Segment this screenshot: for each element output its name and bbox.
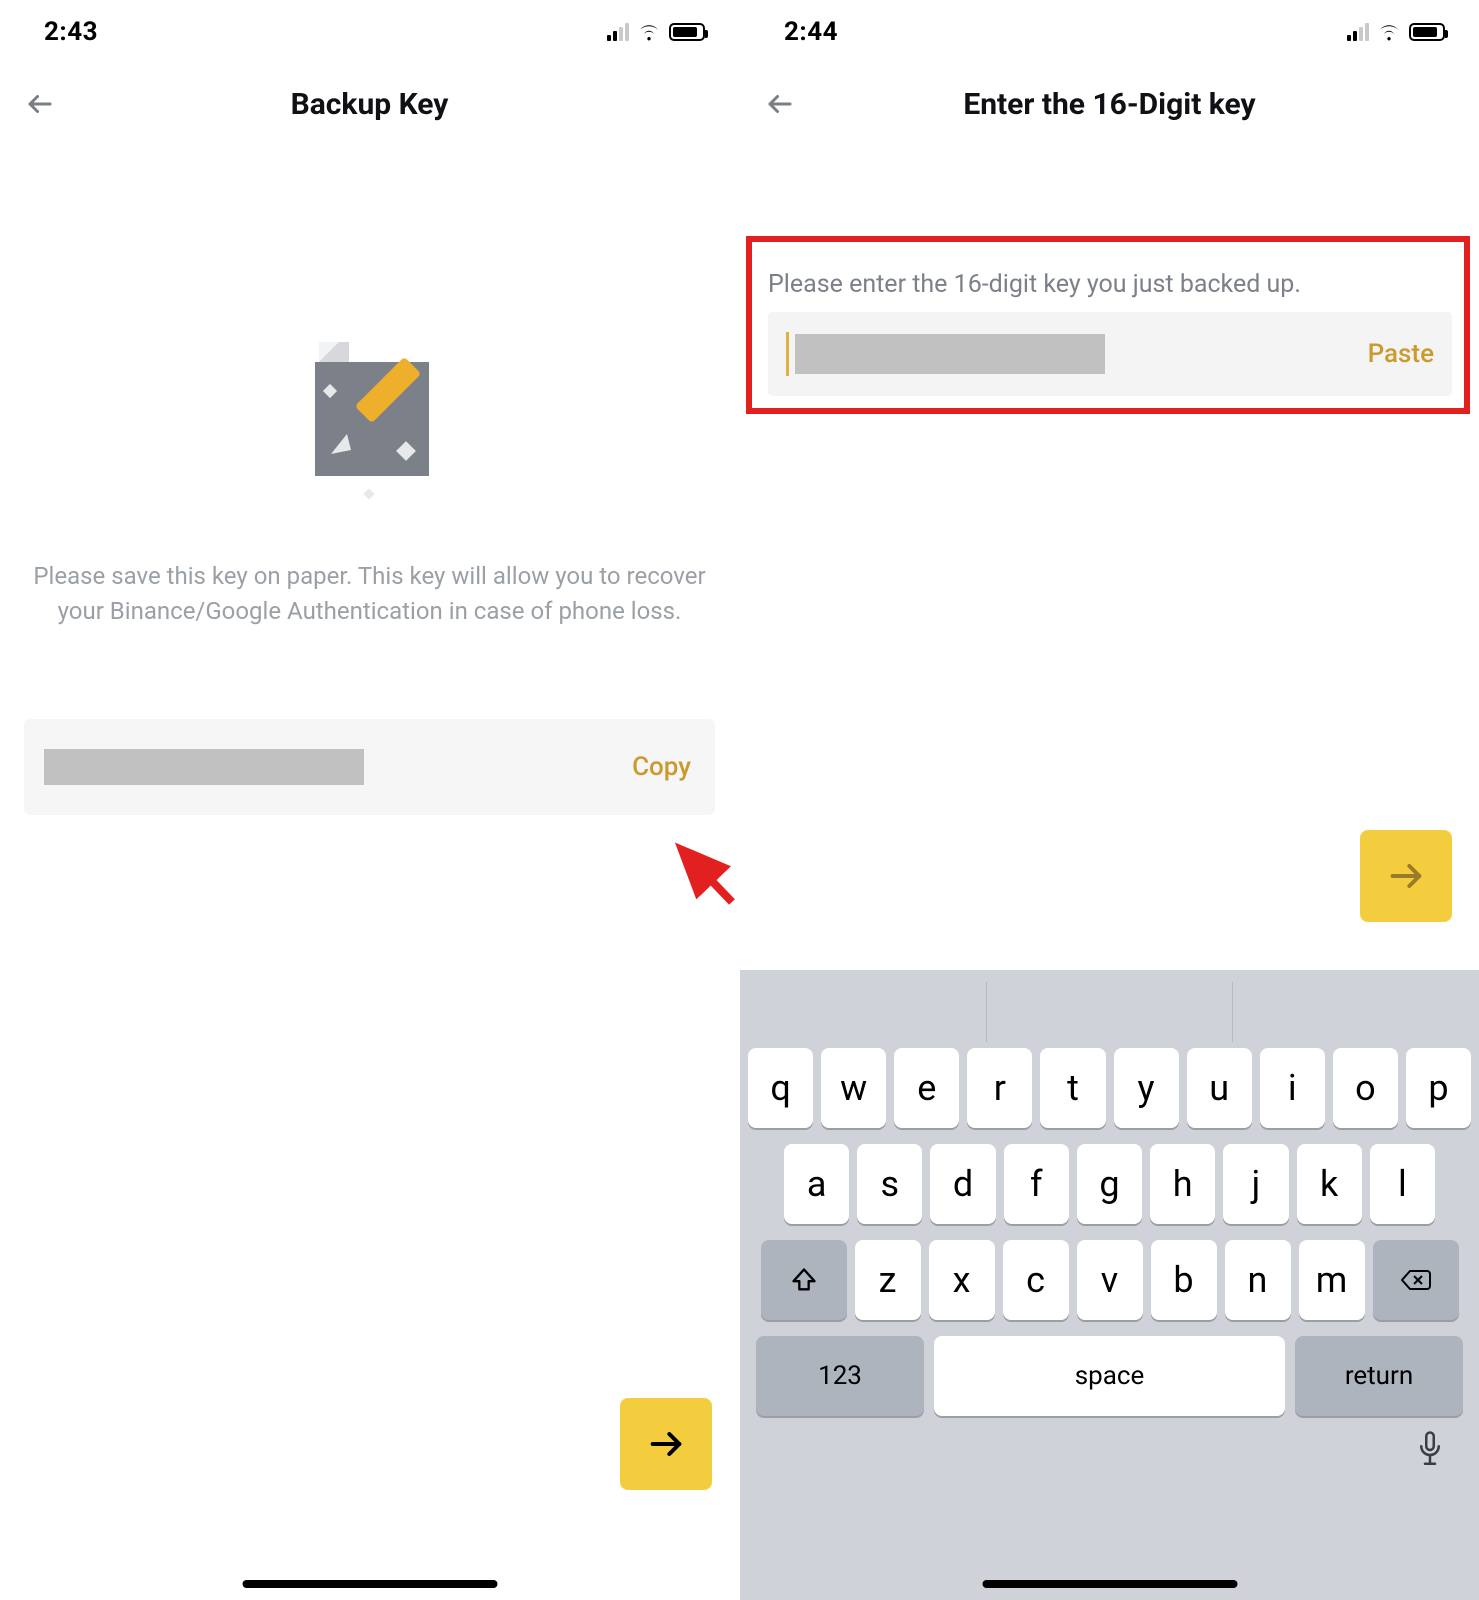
copy-button[interactable]: Copy [632,752,691,782]
prompt-text: Please enter the 16-digit key you just b… [768,270,1301,299]
key-123[interactable]: 123 [756,1336,924,1416]
back-button[interactable] [750,74,810,134]
screen-backup-key: 2:43 Backup Key [0,0,739,1600]
status-time: 2:43 [44,17,98,47]
key-u[interactable]: u [1187,1048,1252,1128]
backup-key-field: Copy [24,719,715,815]
keyboard-row-4: 123 space return [748,1336,1471,1416]
page-title: Enter the 16-Digit key [740,87,1479,122]
write-note-icon [295,334,445,504]
battery-icon [669,23,705,41]
description-text: Please save this key on paper. This key … [24,559,715,629]
next-button[interactable] [1360,830,1452,922]
keyboard-row-1: q w e r t y u i o p [748,1048,1471,1128]
keyboard-row-3: z x c v b n m [748,1240,1471,1320]
key-f[interactable]: f [1004,1144,1069,1224]
status-time: 2:44 [784,17,838,47]
cellular-icon [607,23,629,41]
status-icons [1347,23,1445,41]
arrow-right-icon [646,1424,686,1464]
key-w[interactable]: w [821,1048,886,1128]
home-indicator[interactable] [242,1580,497,1588]
input-value-redacted [795,334,1105,374]
key-z[interactable]: z [855,1240,921,1320]
battery-icon [1409,23,1445,41]
backup-key-value-redacted [44,749,364,785]
key-v[interactable]: v [1077,1240,1143,1320]
header: Enter the 16-Digit key [740,64,1479,144]
shift-icon [790,1266,818,1294]
screen-enter-key: 2:44 Enter the 16-Digit key Please enter… [740,0,1479,1600]
key-s[interactable]: s [857,1144,922,1224]
arrow-left-icon [765,89,795,119]
status-bar: 2:43 [0,0,739,64]
key-m[interactable]: m [1299,1240,1365,1320]
key-e[interactable]: e [894,1048,959,1128]
key-h[interactable]: h [1150,1144,1215,1224]
page-title: Backup Key [0,87,739,122]
status-bar: 2:44 [740,0,1479,64]
key-space[interactable]: space [934,1336,1285,1416]
key-o[interactable]: o [1333,1048,1398,1128]
key-r[interactable]: r [967,1048,1032,1128]
key-j[interactable]: j [1223,1144,1288,1224]
text-cursor [786,332,789,376]
keyboard-suggestions[interactable] [740,982,1479,1042]
keyboard-row-2: a s d f g h j k l [748,1144,1471,1224]
key-g[interactable]: g [1077,1144,1142,1224]
key-q[interactable]: q [748,1048,813,1128]
key-p[interactable]: p [1406,1048,1471,1128]
header: Backup Key [0,64,739,144]
annotation-arrow [672,840,744,912]
key-shift[interactable] [761,1240,847,1320]
dictation-icon[interactable] [1415,1430,1445,1470]
key-input[interactable]: Paste [768,312,1452,396]
cellular-icon [1347,23,1369,41]
key-b[interactable]: b [1151,1240,1217,1320]
ios-keyboard: q w e r t y u i o p a s d f g h [740,970,1479,1600]
key-c[interactable]: c [1003,1240,1069,1320]
key-y[interactable]: y [1114,1048,1179,1128]
status-icons [607,23,705,41]
illustration [24,334,715,504]
wifi-icon [637,23,661,41]
wifi-icon [1377,23,1401,41]
home-indicator[interactable] [982,1580,1237,1588]
key-t[interactable]: t [1040,1048,1105,1128]
key-i[interactable]: i [1260,1048,1325,1128]
backspace-icon [1400,1268,1432,1292]
arrow-right-icon [1386,856,1426,896]
key-d[interactable]: d [930,1144,995,1224]
next-button[interactable] [620,1398,712,1490]
key-x[interactable]: x [929,1240,995,1320]
key-k[interactable]: k [1297,1144,1362,1224]
key-l[interactable]: l [1370,1144,1435,1224]
paste-button[interactable]: Paste [1368,339,1434,369]
key-backspace[interactable] [1373,1240,1459,1320]
key-a[interactable]: a [784,1144,849,1224]
key-return[interactable]: return [1295,1336,1463,1416]
arrow-left-icon [25,89,55,119]
back-button[interactable] [10,74,70,134]
key-n[interactable]: n [1225,1240,1291,1320]
